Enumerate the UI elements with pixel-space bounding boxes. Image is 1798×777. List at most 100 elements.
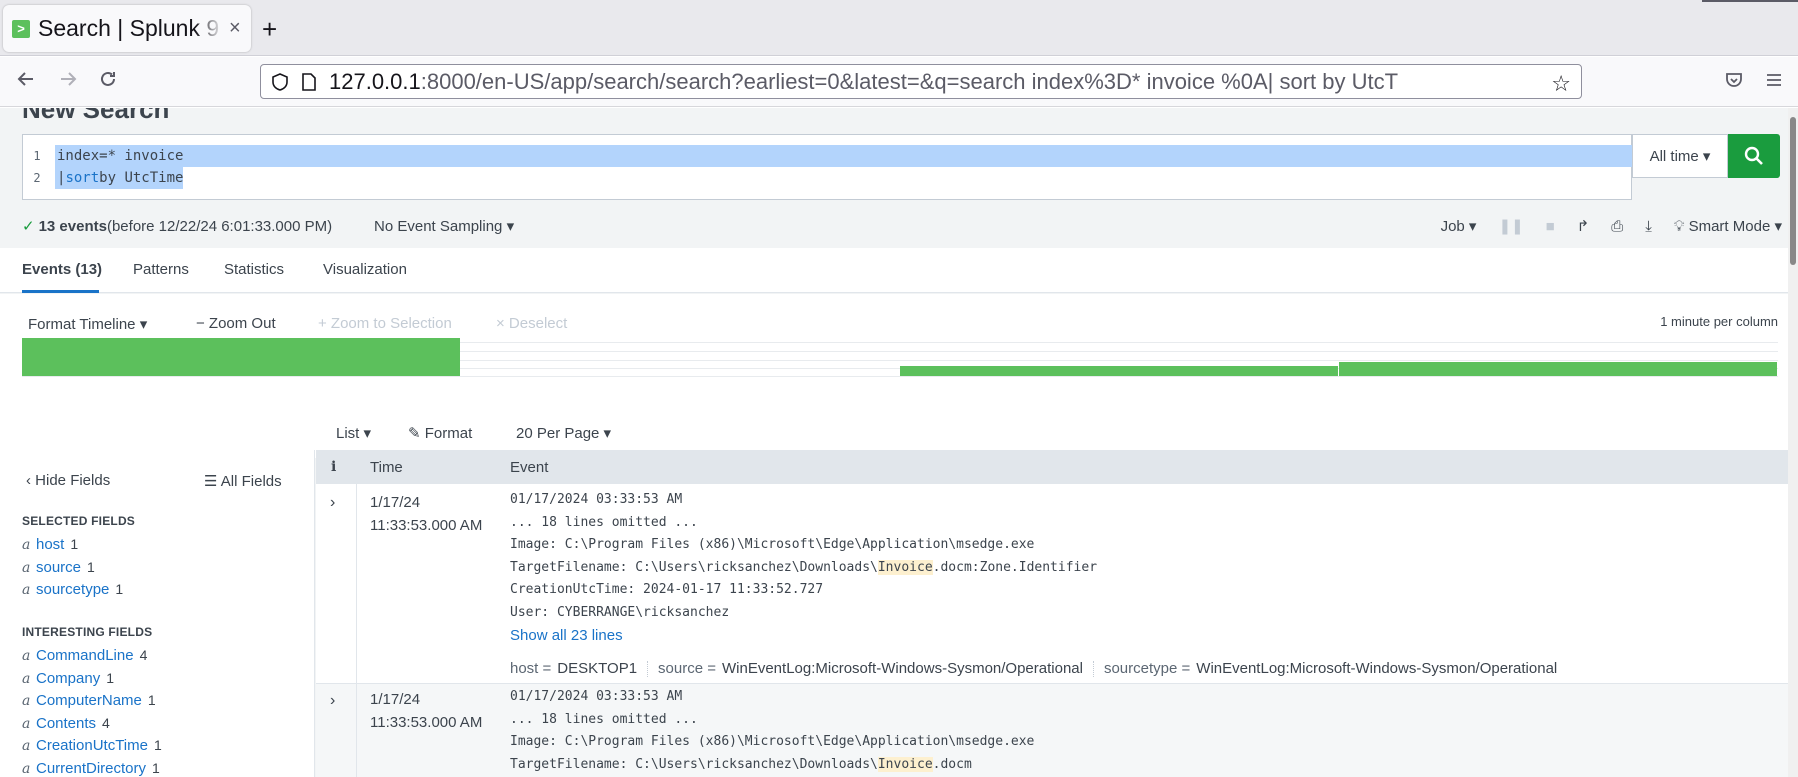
status-time: (before 12/22/24 6:01:33.000 PM) <box>106 217 333 235</box>
zoom-out-button[interactable]: − Zoom Out <box>196 315 276 332</box>
forward-arrow-icon[interactable] <box>58 69 78 95</box>
url-bar[interactable]: 127.0.0.1:8000/en-US/app/search/search?e… <box>260 64 1582 99</box>
expand-chevron-icon[interactable]: › <box>330 692 335 710</box>
event-time: 1/17/24 11:33:53.000 AM <box>370 491 482 537</box>
query-text-line-1[interactable]: index=* invoice <box>55 145 1635 167</box>
url-text[interactable]: 127.0.0.1:8000/en-US/app/search/search?e… <box>329 69 1569 95</box>
field-count: 1 <box>70 536 79 552</box>
back-arrow-icon[interactable] <box>16 69 36 95</box>
field-contents[interactable]: a Contents 4 <box>22 715 110 732</box>
menu-icon[interactable] <box>1764 70 1784 96</box>
event-text: TargetFilename: C:\Users\ricksanchez\Dow… <box>510 559 878 575</box>
time-column-header[interactable]: Time <box>370 459 403 476</box>
search-status: ✓ 13 events (before 12/22/24 6:01:33.000… <box>22 216 1782 236</box>
active-tab-indicator <box>22 290 99 293</box>
browser-tab[interactable]: > Search | Splunk 9 × <box>3 5 251 52</box>
meta-sourcetype-value[interactable]: WinEventLog:Microsoft-Windows-Sysmon/Ope… <box>1196 660 1557 677</box>
string-type-icon: a <box>22 738 31 754</box>
stop-icon[interactable]: ■ <box>1546 218 1555 235</box>
field-commandline[interactable]: a CommandLine 4 <box>22 647 147 664</box>
page-icon[interactable] <box>301 72 317 91</box>
field-sourcetype[interactable]: a sourcetype 1 <box>22 581 123 598</box>
field-creationutctime[interactable]: a CreationUtcTime 1 <box>22 737 162 754</box>
field-name[interactable]: source <box>36 559 81 576</box>
field-name[interactable]: host <box>36 536 64 553</box>
timeline-bar[interactable] <box>900 366 1338 376</box>
timeline-panel: Format Timeline ▾ − Zoom Out + Zoom to S… <box>0 294 1788 402</box>
reload-icon[interactable] <box>98 69 118 95</box>
smart-mode-dropdown[interactable]: 💡︎ Smart Mode ▾ <box>1674 217 1782 235</box>
info-column-header[interactable]: i <box>331 459 336 475</box>
query-line-2[interactable]: 2 | sort by UtcTime <box>23 167 184 189</box>
list-view-dropdown[interactable]: List ▾ <box>336 424 371 442</box>
field-count: 4 <box>139 647 148 663</box>
tab-visualization[interactable]: Visualization <box>323 261 407 278</box>
tab-title: Search | Splunk 9 <box>38 15 220 41</box>
field-name[interactable]: sourcetype <box>36 581 109 598</box>
sort-args: by UtcTime <box>99 170 184 186</box>
hide-fields-button[interactable]: ‹ Hide Fields <box>26 472 110 489</box>
meta-host-value[interactable]: DESKTOP1 <box>557 660 637 677</box>
scrollbar-thumb[interactable] <box>1790 117 1796 265</box>
pocket-icon[interactable] <box>1724 70 1744 96</box>
query-text-line-2[interactable]: | sort by UtcTime <box>55 167 184 189</box>
pause-icon[interactable]: ❚❚ <box>1498 217 1523 235</box>
field-source[interactable]: a source 1 <box>22 559 95 576</box>
export-icon[interactable]: ⤓ <box>1645 218 1652 235</box>
tab-close-icon[interactable]: × <box>229 17 241 40</box>
all-fields-button[interactable]: ☰ All Fields <box>204 472 282 490</box>
field-name[interactable]: ComputerName <box>36 692 142 709</box>
field-name[interactable]: Contents <box>36 715 96 732</box>
format-label: Format <box>424 425 473 442</box>
format-timeline-dropdown[interactable]: Format Timeline ▾ <box>28 315 147 333</box>
deselect-button[interactable]: × Deselect <box>496 315 567 332</box>
bookmark-star-icon[interactable]: ☆ <box>1551 71 1571 97</box>
url-host: 127.0.0.1 <box>329 68 421 94</box>
events-table: i Time Event › 1/17/24 11:33:53.000 AM 0… <box>316 450 1788 777</box>
search-button[interactable] <box>1728 134 1780 178</box>
tab-statistics[interactable]: Statistics <box>224 261 284 278</box>
meta-key: source = <box>658 660 716 677</box>
event-line: 01/17/2024 03:33:53 AM <box>510 492 683 507</box>
timeline-bar[interactable] <box>1339 362 1777 376</box>
field-name[interactable]: CommandLine <box>36 647 134 664</box>
print-icon[interactable]: ⎙ <box>1611 218 1623 235</box>
search-term-highlight: Invoice <box>877 559 933 575</box>
field-host[interactable]: a host 1 <box>22 536 78 553</box>
timeline-bar[interactable] <box>22 338 460 376</box>
search-query-editor[interactable]: 1 index=* invoice 2 | sort by UtcTime <box>22 134 1635 200</box>
query-line-1[interactable]: 1 index=* invoice <box>23 145 1635 167</box>
field-computername[interactable]: a ComputerName 1 <box>22 692 156 709</box>
string-type-icon: a <box>22 671 31 687</box>
meta-source-value[interactable]: WinEventLog:Microsoft-Windows-Sysmon/Ope… <box>722 660 1083 677</box>
per-page-dropdown[interactable]: 20 Per Page ▾ <box>516 424 611 442</box>
timeline-scale: 1 minute per column <box>1660 314 1778 329</box>
field-company[interactable]: a Company 1 <box>22 670 114 687</box>
tab-patterns[interactable]: Patterns <box>133 261 189 278</box>
browser-tabbar: > Search | Splunk 9 × + <box>0 0 1798 56</box>
share-icon[interactable]: ↱ <box>1577 217 1590 235</box>
expand-chevron-icon[interactable]: › <box>330 494 335 512</box>
timeline-chart[interactable] <box>22 338 1778 380</box>
tab-events[interactable]: Events (13) <box>22 261 102 278</box>
event-column-header[interactable]: Event <box>510 459 548 476</box>
event-time: 1/17/24 11:33:53.000 AM <box>370 688 482 734</box>
job-menu[interactable]: Job ▾ <box>1441 217 1477 235</box>
string-type-icon: a <box>22 560 31 576</box>
field-name[interactable]: CurrentDirectory <box>36 760 146 777</box>
time-range-picker[interactable]: All time ▾ <box>1632 134 1728 178</box>
field-currentdirectory[interactable]: a CurrentDirectory 1 <box>22 760 160 777</box>
show-all-lines-link[interactable]: Show all 23 lines <box>510 625 1097 648</box>
field-name[interactable]: Company <box>36 670 100 687</box>
page-title: New Search <box>22 108 170 124</box>
event-count: 13 events <box>38 217 107 235</box>
event-sampling-dropdown[interactable]: No Event Sampling ▾ <box>374 217 514 235</box>
event-clock: 11:33:53.000 AM <box>370 517 483 534</box>
field-name[interactable]: CreationUtcTime <box>36 737 148 754</box>
shield-icon[interactable] <box>271 72 289 91</box>
format-button[interactable]: ✎ Format <box>408 424 472 442</box>
splunk-favicon-icon: > <box>12 19 30 38</box>
zoom-to-selection-button[interactable]: + Zoom to Selection <box>318 315 452 332</box>
all-fields-label: All Fields <box>220 473 282 490</box>
new-tab-button[interactable]: + <box>262 14 277 45</box>
